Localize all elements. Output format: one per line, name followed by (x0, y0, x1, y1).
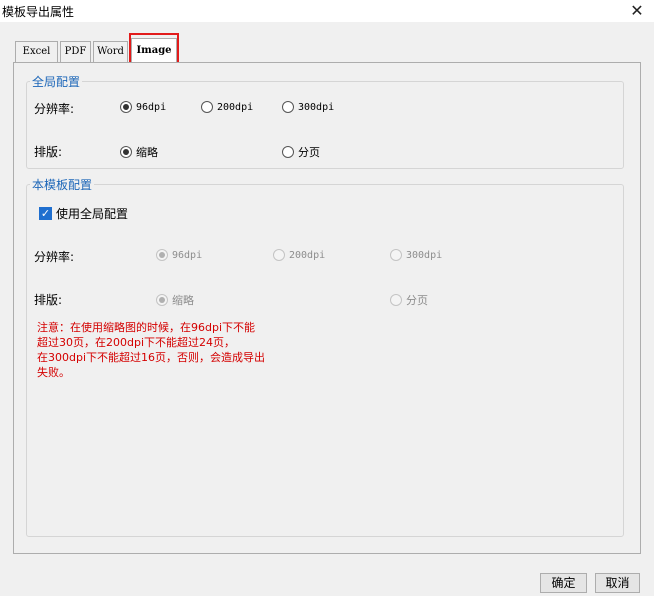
ok-button[interactable]: 确定 (540, 573, 587, 593)
radio-empty-icon (201, 101, 213, 113)
template-radio-96dpi[interactable]: 96dpi (156, 249, 202, 261)
global-radio-96dpi[interactable]: 96dpi (120, 101, 166, 113)
tab-excel[interactable]: Excel (15, 41, 58, 63)
template-layout-label: 排版: (34, 293, 63, 307)
radio-empty-icon (390, 294, 402, 306)
radio-empty-icon (282, 101, 294, 113)
radio-empty-icon (282, 146, 294, 158)
global-radio-thumbnail[interactable]: 缩略 (120, 144, 158, 160)
radio-selected-icon (156, 249, 168, 261)
global-config-group: 全局配置 分辨率: 96dpi 200dpi 300dpi 排版: 缩略 分页 (26, 73, 624, 169)
tab-word[interactable]: Word (93, 41, 128, 63)
tab-image[interactable]: Image (131, 38, 177, 63)
radio-empty-icon (273, 249, 285, 261)
global-radio-paged[interactable]: 分页 (282, 144, 320, 160)
radio-selected-icon (120, 101, 132, 113)
window-title: 模板导出属性 (2, 5, 75, 19)
radio-empty-icon (390, 249, 402, 261)
global-radio-200dpi[interactable]: 200dpi (201, 101, 253, 113)
global-layout-label: 排版: (34, 145, 63, 159)
checkmark-icon: ✓ (39, 207, 52, 220)
title-bar: 模板导出属性 ✕ (0, 0, 654, 22)
global-radio-300dpi[interactable]: 300dpi (282, 101, 334, 113)
radio-selected-icon (156, 294, 168, 306)
template-config-legend: 本模板配置 (30, 176, 95, 193)
template-radio-300dpi[interactable]: 300dpi (390, 249, 442, 261)
tab-pdf[interactable]: PDF (60, 41, 91, 63)
cancel-button[interactable]: 取消 (595, 573, 640, 593)
template-radio-200dpi[interactable]: 200dpi (273, 249, 325, 261)
tab-content-panel: 全局配置 分辨率: 96dpi 200dpi 300dpi 排版: 缩略 分页 (13, 62, 641, 554)
close-icon[interactable]: ✕ (626, 0, 648, 22)
dialog-window: 模板导出属性 ✕ Excel PDF Word Image 全局配置 分辨率: … (0, 0, 654, 596)
template-radio-thumbnail[interactable]: 缩略 (156, 292, 194, 308)
template-radio-paged[interactable]: 分页 (390, 292, 428, 308)
notice-text: 注意：在使用缩略图的时候，在96dpi下不能 超过30页，在200dpi下不能超… (37, 321, 266, 379)
use-global-checkbox[interactable]: ✓ 使用全局配置 (39, 205, 128, 222)
template-resolution-label: 分辨率: (34, 250, 75, 264)
use-global-label: 使用全局配置 (56, 207, 129, 221)
radio-selected-icon (120, 146, 132, 158)
global-resolution-label: 分辨率: (34, 102, 75, 116)
global-config-legend: 全局配置 (30, 73, 83, 90)
